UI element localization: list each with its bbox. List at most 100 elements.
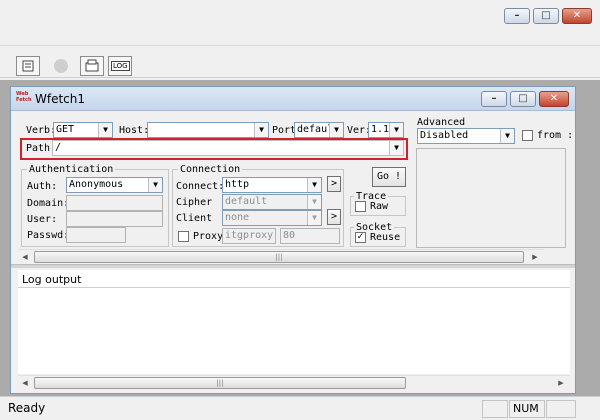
connect-options-button[interactable]: > — [327, 176, 341, 192]
print-button[interactable] — [80, 56, 104, 76]
passwd-field[interactable] — [66, 227, 126, 243]
status-text: Ready — [8, 401, 46, 415]
maximize-icon: □ — [518, 93, 528, 104]
client-select[interactable]: none ▼ — [222, 210, 322, 226]
proxy-checkbox[interactable] — [178, 231, 189, 242]
chevron-down-icon: ▼ — [254, 123, 268, 137]
connect-select[interactable]: http ▼ — [222, 177, 322, 193]
port-value: defaul — [297, 124, 334, 135]
from-checkbox[interactable] — [522, 130, 533, 141]
proxy-host-field[interactable]: itgproxy — [222, 228, 276, 244]
proxy-port-field[interactable]: 80 — [280, 228, 340, 244]
auth-select[interactable]: Anonymous ▼ — [66, 177, 163, 193]
splitter[interactable] — [11, 264, 575, 268]
chevron-down-icon: ▼ — [307, 178, 321, 192]
child-close-button[interactable]: ✕ — [539, 91, 569, 107]
checkmark-icon: ✓ — [356, 232, 365, 242]
authentication-label: Authentication — [27, 164, 116, 175]
cipher-label: Cipher — [176, 197, 213, 208]
chevron-right-icon: > — [330, 211, 338, 222]
user-field[interactable] — [66, 211, 163, 227]
host-select[interactable]: ▼ — [147, 122, 269, 138]
disabled-toolbar-button[interactable] — [50, 56, 74, 76]
close-icon: ✕ — [549, 93, 559, 104]
webfetch-icon: Web Fetch — [16, 91, 32, 103]
child-maximize-button[interactable]: □ — [510, 91, 536, 107]
chevron-down-icon: ▼ — [389, 123, 403, 137]
window-title: Wfetch1 — [35, 92, 86, 106]
log-button[interactable]: LOG — [108, 56, 132, 76]
port-select[interactable]: defaul ▼ — [294, 122, 344, 138]
passwd-label: Passwd: — [27, 230, 70, 241]
raw-checkbox[interactable] — [355, 201, 366, 212]
verb-select[interactable]: GET ▼ — [53, 122, 113, 138]
scroll-left-icon[interactable]: ◀ — [18, 251, 32, 263]
go-button[interactable]: Go ! — [372, 167, 406, 187]
menu-bar — [0, 28, 600, 46]
scroll-right-icon[interactable]: ▶ — [554, 377, 568, 389]
new-document-button[interactable] — [16, 56, 40, 76]
chevron-right-icon: > — [330, 178, 338, 189]
chevron-down-icon: ▼ — [500, 129, 514, 143]
chevron-down-icon: ▼ — [307, 195, 321, 209]
auth-label: Auth: — [27, 181, 58, 192]
grip-icon: ||| — [216, 379, 224, 387]
grip-icon: ||| — [275, 253, 283, 261]
chevron-down-icon: ▼ — [389, 141, 403, 155]
request-hscrollbar[interactable]: ◀ ||| ▶ — [18, 249, 544, 263]
client-label: Client — [176, 213, 213, 224]
wfetch-title-bar: Web Fetch Wfetch1 – □ ✕ — [11, 87, 575, 111]
from-label: from : — [537, 130, 574, 141]
advanced-label: Advanced — [417, 117, 466, 128]
scroll-left-icon[interactable]: ◀ — [18, 377, 32, 389]
domain-label: Domain: — [27, 198, 70, 209]
minimize-icon: – — [514, 10, 520, 21]
num-lock-text: NUM — [513, 402, 539, 415]
host-label: Host: — [119, 125, 150, 136]
chevron-down-icon: ▼ — [329, 123, 343, 137]
num-lock-indicator: NUM — [509, 400, 545, 418]
status-pane-scroll — [546, 400, 576, 418]
maximize-icon: □ — [541, 10, 551, 21]
toolbar: LOG — [0, 46, 600, 78]
status-bar: Ready NUM — [0, 396, 600, 420]
connect-value: http — [225, 179, 250, 190]
status-pane-empty — [482, 400, 508, 418]
advanced-select[interactable]: Disabled ▼ — [417, 128, 515, 144]
minimize-button[interactable]: – — [504, 8, 530, 24]
log-icon: LOG — [111, 61, 130, 71]
log-hscrollbar[interactable]: ◀ ||| ▶ — [18, 375, 570, 389]
cipher-select[interactable]: default ▼ — [222, 194, 322, 210]
port-label: Port — [272, 125, 297, 136]
chevron-down-icon: ▼ — [98, 123, 112, 137]
auth-value: Anonymous — [69, 179, 124, 190]
cipher-value: default — [225, 196, 268, 207]
path-value: / — [55, 142, 62, 153]
printer-icon — [85, 59, 99, 72]
advanced-value: Disabled — [420, 130, 469, 141]
client-options-button[interactable]: > — [327, 209, 341, 225]
close-button[interactable]: ✕ — [562, 8, 592, 24]
path-select[interactable]: / ▼ — [52, 140, 404, 156]
log-output-label: Log output — [22, 273, 82, 286]
domain-field[interactable] — [66, 195, 163, 211]
raw-label: Raw — [370, 201, 389, 212]
reuse-checkbox[interactable]: ✓ — [355, 232, 366, 243]
advanced-panel — [416, 148, 566, 248]
connect-label: Connect: — [176, 181, 225, 192]
child-minimize-button[interactable]: – — [481, 91, 507, 107]
ver-value: 1.1 — [371, 124, 390, 135]
proxy-port-value: 80 — [283, 230, 296, 241]
verb-label: Verb: — [26, 125, 57, 136]
maximize-button[interactable]: □ — [533, 8, 559, 24]
ver-select[interactable]: 1.1 ▼ — [368, 122, 404, 138]
scroll-right-icon[interactable]: ▶ — [528, 251, 542, 263]
close-icon: ✕ — [572, 10, 582, 21]
scroll-thumb[interactable]: ||| — [34, 377, 406, 389]
scroll-thumb[interactable]: ||| — [34, 251, 524, 263]
log-output-area[interactable] — [18, 288, 570, 374]
client-value: none — [225, 212, 250, 223]
minimize-icon: – — [491, 93, 497, 104]
log-header: Log output — [18, 270, 570, 288]
verb-value: GET — [56, 124, 75, 135]
